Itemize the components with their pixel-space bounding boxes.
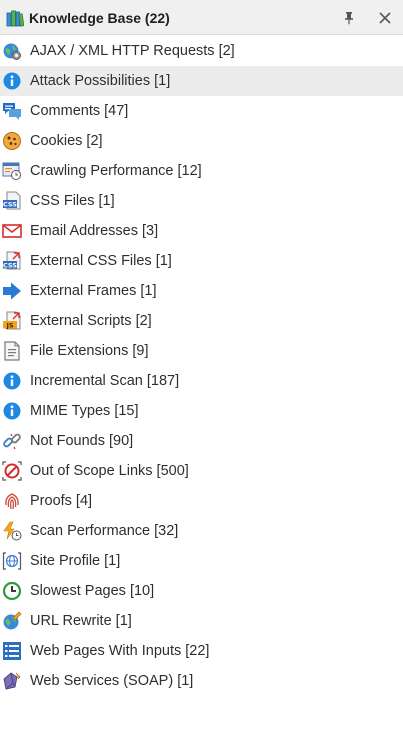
css-file-icon: CSS <box>2 191 22 211</box>
svg-text:CSS: CSS <box>3 261 17 269</box>
close-icon <box>379 12 391 24</box>
list-item-mime-types[interactable]: MIME Types [15] <box>0 396 403 426</box>
knowledge-base-list: AJAX / XML HTTP Requests [2] Attack Poss… <box>0 36 403 696</box>
list-item-label: AJAX / XML HTTP Requests [2] <box>30 43 235 59</box>
soap-icon <box>2 671 22 691</box>
pin-icon <box>345 12 353 25</box>
list-item-proofs[interactable]: Proofs [4] <box>0 486 403 516</box>
crawl-performance-icon <box>2 161 22 181</box>
list-item-label: Site Profile [1] <box>30 553 121 569</box>
pin-button[interactable] <box>338 7 360 29</box>
list-item-label: Not Founds [90] <box>30 433 134 449</box>
list-item-crawling-performance[interactable]: Crawling Performance [12] <box>0 156 403 186</box>
list-item-label: Slowest Pages [10] <box>30 583 155 599</box>
list-item-email-addresses[interactable]: Email Addresses [3] <box>0 216 403 246</box>
list-item-label: Out of Scope Links [500] <box>30 463 189 479</box>
list-item-label: Incremental Scan [187] <box>30 373 180 389</box>
list-item-ajax-requests[interactable]: AJAX / XML HTTP Requests [2] <box>0 36 403 66</box>
comments-icon <box>2 101 22 121</box>
list-item-label: Attack Possibilities [1] <box>30 73 171 89</box>
list-item-label: External Frames [1] <box>30 283 157 299</box>
globe-brackets-icon <box>2 551 22 571</box>
panel-title: Knowledge Base (22) <box>29 10 170 26</box>
list-item-label: File Extensions [9] <box>30 343 149 359</box>
list-item-attack-possibilities[interactable]: Attack Possibilities [1] <box>0 66 403 96</box>
list-item-label: Email Addresses [3] <box>30 223 159 239</box>
list-item-external-frames[interactable]: External Frames [1] <box>0 276 403 306</box>
list-item-url-rewrite[interactable]: URL Rewrite [1] <box>0 606 403 636</box>
broken-link-icon <box>2 431 22 451</box>
books-icon <box>6 9 25 27</box>
envelope-icon <box>2 221 22 241</box>
list-item-cookies[interactable]: Cookies [2] <box>0 126 403 156</box>
panel-header: Knowledge Base (22) <box>0 0 403 35</box>
list-item-scan-performance[interactable]: Scan Performance [32] <box>0 516 403 546</box>
list-item-external-css-files[interactable]: CSS External CSS Files [1] <box>0 246 403 276</box>
list-item-label: CSS Files [1] <box>30 193 115 209</box>
list-item-label: Web Pages With Inputs [22] <box>30 643 210 659</box>
list-item-label: Scan Performance [32] <box>30 523 179 539</box>
clock-icon <box>2 581 22 601</box>
list-item-css-files[interactable]: CSS CSS Files [1] <box>0 186 403 216</box>
close-button[interactable] <box>374 7 396 29</box>
external-css-icon: CSS <box>2 251 22 271</box>
list-item-label: Cookies [2] <box>30 133 103 149</box>
globe-edit-icon <box>2 611 22 631</box>
document-icon <box>2 341 22 361</box>
lightning-clock-icon <box>2 521 22 541</box>
form-list-icon <box>2 641 22 661</box>
knowledge-base-panel: Knowledge Base (22) AJAX / XML HTTP Requ… <box>0 0 403 747</box>
list-item-label: External CSS Files [1] <box>30 253 172 269</box>
globe-gear-icon <box>2 41 22 61</box>
external-js-icon: JS <box>2 311 22 331</box>
list-item-site-profile[interactable]: Site Profile [1] <box>0 546 403 576</box>
list-item-label: Proofs [4] <box>30 493 93 509</box>
list-item-label: Crawling Performance [12] <box>30 163 202 179</box>
no-entry-icon <box>2 461 22 481</box>
list-item-label: URL Rewrite [1] <box>30 613 132 629</box>
info-icon <box>2 71 22 91</box>
list-item-not-founds[interactable]: Not Founds [90] <box>0 426 403 456</box>
list-item-out-of-scope-links[interactable]: Out of Scope Links [500] <box>0 456 403 486</box>
list-item-web-pages-with-inputs[interactable]: Web Pages With Inputs [22] <box>0 636 403 666</box>
list-item-label: MIME Types [15] <box>30 403 139 419</box>
cookie-icon <box>2 131 22 151</box>
svg-text:CSS: CSS <box>3 201 17 209</box>
list-item-comments[interactable]: Comments [47] <box>0 96 403 126</box>
list-item-label: Comments [47] <box>30 103 129 119</box>
list-item-label: Web Services (SOAP) [1] <box>30 673 194 689</box>
arrow-right-icon <box>2 281 22 301</box>
list-item-external-scripts[interactable]: JS External Scripts [2] <box>0 306 403 336</box>
fingerprint-icon <box>2 491 22 511</box>
list-item-incremental-scan[interactable]: Incremental Scan [187] <box>0 366 403 396</box>
info-icon <box>2 371 22 391</box>
info-icon <box>2 401 22 421</box>
list-item-web-services-soap[interactable]: Web Services (SOAP) [1] <box>0 666 403 696</box>
svg-text:JS: JS <box>5 321 13 329</box>
list-item-slowest-pages[interactable]: Slowest Pages [10] <box>0 576 403 606</box>
list-item-label: External Scripts [2] <box>30 313 152 329</box>
list-item-file-extensions[interactable]: File Extensions [9] <box>0 336 403 366</box>
